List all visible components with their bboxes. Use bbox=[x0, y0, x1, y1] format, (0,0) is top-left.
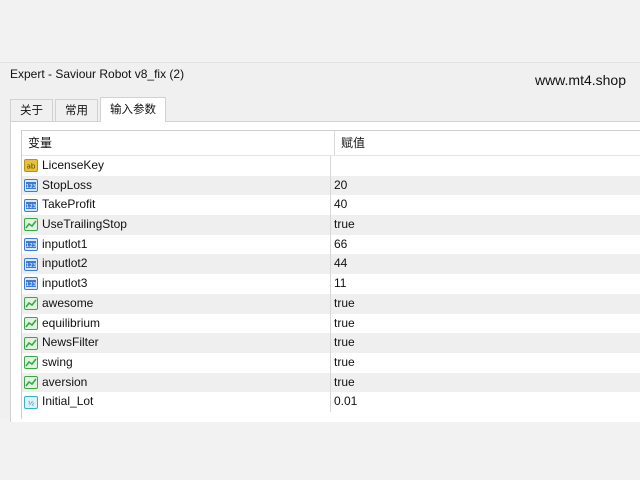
tab-about[interactable]: 关于 bbox=[10, 99, 53, 122]
variable-name: inputlot2 bbox=[42, 256, 88, 271]
boolean-icon bbox=[24, 316, 38, 330]
svg-text:123: 123 bbox=[26, 263, 37, 269]
svg-text:123: 123 bbox=[26, 184, 37, 190]
variable-cell: NewsFilter bbox=[22, 333, 331, 353]
variable-name: NewsFilter bbox=[42, 335, 99, 350]
variable-cell: aversion bbox=[22, 372, 331, 393]
column-header-variable[interactable]: 变量 bbox=[22, 131, 335, 155]
svg-text:123: 123 bbox=[26, 243, 37, 249]
value-cell[interactable]: true bbox=[331, 294, 640, 314]
parameter-row-licensekey[interactable]: ab LicenseKey bbox=[22, 156, 640, 176]
variable-name: equilibrium bbox=[42, 315, 101, 330]
integer-icon: 123 bbox=[24, 198, 38, 212]
value-cell[interactable]: true bbox=[331, 373, 640, 393]
boolean-icon bbox=[24, 356, 38, 370]
value-cell[interactable]: true bbox=[331, 333, 640, 353]
variable-name: StopLoss bbox=[42, 177, 93, 192]
boolean-icon bbox=[24, 336, 38, 350]
value-cell[interactable]: true bbox=[331, 314, 640, 334]
parameter-row-takeprofit[interactable]: 123 TakeProfit 40 bbox=[22, 195, 640, 216]
parameter-row-equilibrium[interactable]: equilibrium true bbox=[22, 313, 640, 334]
variable-name: inputlot1 bbox=[42, 236, 88, 251]
integer-icon: 123 bbox=[24, 238, 38, 252]
value-cell[interactable]: 40 bbox=[331, 195, 640, 215]
parameter-row-inputlot2[interactable]: 123 inputlot2 44 bbox=[22, 254, 640, 275]
parameter-row-initial-lot[interactable]: ½ Initial_Lot 0.01 bbox=[22, 392, 640, 412]
parameter-row-aversion[interactable]: aversion true bbox=[22, 372, 640, 393]
variable-name: swing bbox=[42, 354, 73, 369]
parameter-row-swing[interactable]: swing true bbox=[22, 352, 640, 373]
variable-cell: 123 inputlot3 bbox=[22, 274, 331, 294]
svg-text:½: ½ bbox=[28, 399, 34, 407]
variable-name: inputlot3 bbox=[42, 276, 88, 291]
variable-cell: 123 StopLoss bbox=[22, 175, 331, 196]
value-cell[interactable]: 20 bbox=[331, 176, 640, 196]
parameter-row-stoploss[interactable]: 123 StopLoss 20 bbox=[22, 175, 640, 196]
variable-name: UseTrailingStop bbox=[42, 217, 127, 232]
variable-cell: equilibrium bbox=[22, 313, 331, 334]
value-cell[interactable]: 66 bbox=[331, 235, 640, 255]
boolean-icon bbox=[24, 297, 38, 311]
watermark-text: www.mt4.shop bbox=[534, 72, 626, 88]
variable-cell: 123 TakeProfit bbox=[22, 195, 331, 216]
svg-text:123: 123 bbox=[26, 204, 37, 210]
parameter-row-awesome[interactable]: awesome true bbox=[22, 293, 640, 314]
tab-common[interactable]: 常用 bbox=[55, 99, 98, 122]
value-cell[interactable]: 11 bbox=[331, 274, 640, 294]
column-header-value[interactable]: 赋值 bbox=[335, 131, 640, 155]
boolean-icon bbox=[24, 218, 38, 232]
parameter-row-inputlot3[interactable]: 123 inputlot3 11 bbox=[22, 274, 640, 294]
variable-cell: swing bbox=[22, 352, 331, 373]
variable-cell: awesome bbox=[22, 293, 331, 314]
parameters-grid: 变量 赋值 ab LicenseKey 123 StopLoss 20 123 TakePr… bbox=[21, 130, 640, 419]
variable-name: LicenseKey bbox=[42, 158, 105, 172]
grid-rows: ab LicenseKey 123 StopLoss 20 123 TakeProfit 40… bbox=[22, 156, 640, 412]
integer-icon: 123 bbox=[24, 179, 38, 193]
variable-name: aversion bbox=[42, 374, 88, 389]
variable-cell: 123 inputlot1 bbox=[22, 234, 331, 255]
expert-properties-window: Expert - Saviour Robot v8_fix (2) www.mt… bbox=[0, 62, 640, 422]
value-cell[interactable]: true bbox=[331, 215, 640, 235]
variable-cell: UseTrailingStop bbox=[22, 215, 331, 235]
tab-panel: 变量 赋值 ab LicenseKey 123 StopLoss 20 123 TakePr… bbox=[10, 121, 640, 422]
svg-text:ab: ab bbox=[27, 163, 36, 171]
boolean-icon bbox=[24, 375, 38, 389]
value-cell[interactable] bbox=[331, 156, 640, 176]
variable-name: Initial_Lot bbox=[42, 394, 94, 409]
variable-name: TakeProfit bbox=[42, 197, 96, 212]
value-cell[interactable]: true bbox=[331, 353, 640, 373]
svg-text:123: 123 bbox=[26, 282, 37, 288]
tab-input-parameters[interactable]: 输入参数 bbox=[100, 97, 166, 122]
value-cell[interactable]: 44 bbox=[331, 254, 640, 274]
parameter-row-newsfilter[interactable]: NewsFilter true bbox=[22, 333, 640, 353]
integer-icon: 123 bbox=[24, 257, 38, 271]
grid-header: 变量 赋值 bbox=[22, 131, 640, 156]
double-icon: ½ bbox=[24, 395, 38, 409]
value-cell[interactable]: 0.01 bbox=[331, 392, 640, 412]
integer-icon: 123 bbox=[24, 277, 38, 291]
variable-cell: ab LicenseKey bbox=[22, 156, 331, 176]
window-title: Expert - Saviour Robot v8_fix (2) bbox=[10, 67, 185, 81]
string-icon: ab bbox=[24, 159, 38, 173]
variable-cell: 123 inputlot2 bbox=[22, 254, 331, 275]
variable-cell: ½ Initial_Lot bbox=[22, 392, 331, 412]
tab-bar: 关于 常用 输入参数 bbox=[10, 97, 168, 122]
parameter-row-inputlot1[interactable]: 123 inputlot1 66 bbox=[22, 234, 640, 255]
parameter-row-usetrailingstop[interactable]: UseTrailingStop true bbox=[22, 215, 640, 235]
variable-name: awesome bbox=[42, 295, 94, 310]
